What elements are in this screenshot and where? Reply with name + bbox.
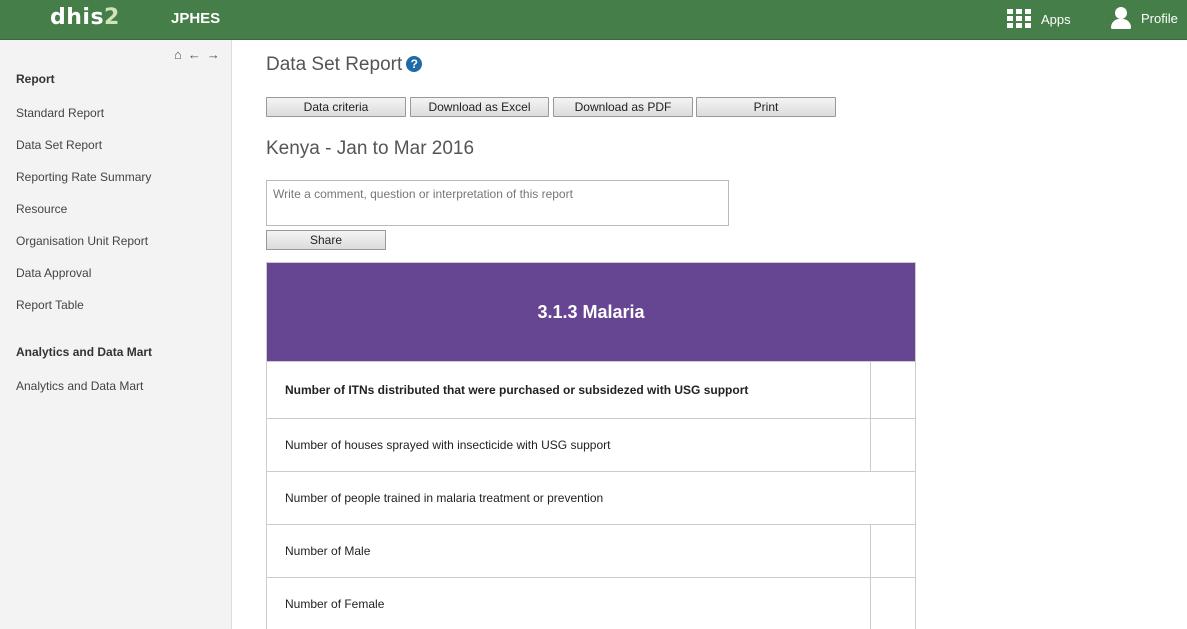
value-cell [870, 362, 915, 418]
section-header: 3.1.3 Malaria [267, 263, 915, 361]
value-cell [870, 419, 915, 471]
data-criteria-button[interactable]: Data criteria [266, 97, 406, 117]
sidebar-item-standard-report[interactable]: Standard Report [16, 104, 104, 136]
table-row: Number of Female [267, 577, 915, 629]
sidebar-item-resource[interactable]: Resource [16, 200, 67, 232]
sidebar-item-report-table[interactable]: Report Table [16, 296, 84, 328]
sidebar-heading-report: Report [16, 72, 55, 86]
row-label: Number of Male [285, 544, 371, 558]
page-title: Data Set Report? [266, 54, 423, 76]
table-row: Number of people trained in malaria trea… [267, 471, 915, 524]
profile-label: Profile [1141, 10, 1178, 26]
table-row: Number of houses sprayed with insecticid… [267, 418, 915, 471]
dhis2-logo[interactable]: dhis2 [50, 5, 120, 30]
sidebar-item-analytics-data-mart[interactable]: Analytics and Data Mart [16, 377, 143, 409]
apps-grid-icon [1007, 9, 1031, 29]
profile-menu-button[interactable]: Profile [1111, 6, 1178, 30]
sidebar: ⌂ ← → Report Standard Report Data Set Re… [0, 40, 232, 629]
value-cell [870, 525, 915, 577]
arrow-right-icon[interactable]: → [207, 48, 220, 62]
sidebar-item-organisation-unit-report[interactable]: Organisation Unit Report [16, 232, 148, 264]
table-row: Number of Male [267, 524, 915, 577]
sidebar-heading-analytics: Analytics and Data Mart [16, 345, 153, 359]
home-icon[interactable]: ⌂ [174, 48, 182, 62]
sidebar-item-reporting-rate-summary[interactable]: Reporting Rate Summary [16, 168, 151, 200]
arrow-left-icon[interactable]: ← [188, 48, 201, 62]
apps-label: Apps [1041, 11, 1071, 27]
row-label: Number of Female [285, 597, 385, 611]
top-bar: dhis2 JPHES Apps Profile [0, 0, 1187, 40]
report-title: Kenya - Jan to Mar 2016 [266, 138, 475, 159]
sidebar-item-data-approval[interactable]: Data Approval [16, 264, 91, 296]
apps-menu-button[interactable]: Apps [1007, 8, 1071, 30]
help-icon[interactable]: ? [406, 56, 423, 72]
row-label: Number of ITNs distributed that were pur… [285, 383, 749, 397]
value-cell [870, 578, 915, 629]
comment-input[interactable] [266, 180, 729, 226]
page-title-text: Data Set Report [266, 54, 403, 75]
instance-title: JPHES [171, 10, 221, 27]
download-pdf-button[interactable]: Download as PDF [553, 97, 693, 117]
table-row: Number of ITNs distributed that were pur… [267, 361, 915, 418]
logo-number: 2 [104, 5, 120, 30]
data-set-report-table: 3.1.3 Malaria Number of ITNs distributed… [266, 262, 916, 629]
logo-text: dhis [50, 5, 105, 30]
download-excel-button[interactable]: Download as Excel [410, 97, 549, 117]
sidebar-nav-icons: ⌂ ← → [174, 48, 220, 62]
sidebar-item-data-set-report[interactable]: Data Set Report [16, 136, 102, 168]
row-label: Number of houses sprayed with insecticid… [285, 438, 611, 452]
user-icon [1111, 7, 1131, 29]
print-button[interactable]: Print [696, 97, 836, 117]
row-label: Number of people trained in malaria trea… [285, 491, 604, 505]
share-button[interactable]: Share [266, 230, 386, 250]
